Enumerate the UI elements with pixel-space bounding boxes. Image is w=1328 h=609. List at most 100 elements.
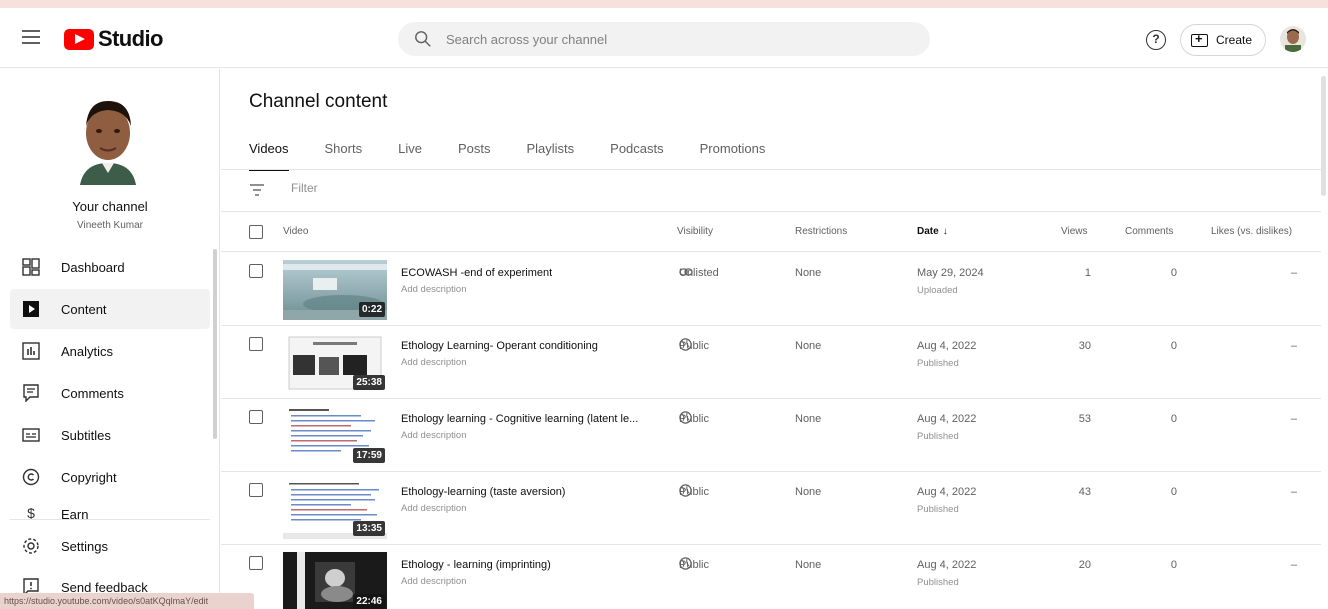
help-icon[interactable]: ?	[1146, 30, 1166, 50]
tab-videos[interactable]: Videos	[249, 135, 289, 171]
tab-live[interactable]: Live	[398, 135, 422, 169]
video-thumbnail[interactable]: 13:35	[283, 479, 387, 539]
video-duration: 25:38	[353, 375, 385, 390]
create-button[interactable]: Create	[1180, 24, 1266, 56]
sidebar-item-label: Comments	[61, 385, 124, 401]
video-description[interactable]: Add description	[401, 284, 466, 295]
restrictions-cell: None	[795, 486, 822, 498]
account-avatar[interactable]	[1280, 26, 1306, 52]
visibility-cell[interactable]: Public	[679, 484, 709, 498]
date-status: Uploaded	[917, 285, 958, 296]
sidebar-scrollbar[interactable]	[213, 249, 217, 439]
row-checkbox[interactable]	[249, 483, 263, 497]
video-description[interactable]: Add description	[401, 357, 466, 368]
channel-avatar[interactable]	[74, 93, 142, 185]
sidebar-item-label: Content	[61, 301, 107, 317]
table-row[interactable]: 0:22 ECOWASH -end of experiment Add desc…	[221, 253, 1321, 326]
comments-cell: 0	[1170, 267, 1177, 279]
earn-icon: $	[27, 505, 35, 519]
col-visibility[interactable]: Visibility	[677, 226, 713, 237]
sidebar-item-label: Copyright	[61, 469, 117, 485]
select-all-checkbox[interactable]	[249, 225, 263, 239]
row-checkbox[interactable]	[249, 556, 263, 570]
row-checkbox[interactable]	[249, 264, 263, 278]
filter-input[interactable]	[291, 181, 591, 195]
restrictions-cell: None	[795, 559, 822, 571]
main-content: Channel content Videos Shorts Live Posts…	[221, 69, 1328, 609]
visibility-cell[interactable]: Public	[679, 557, 709, 573]
table-row[interactable]: 17:59 Ethology learning - Cognitive lear…	[221, 399, 1321, 472]
globe-icon	[679, 557, 692, 573]
views-cell: 1	[1084, 267, 1091, 279]
row-checkbox[interactable]	[249, 410, 263, 424]
video-title[interactable]: Ethology Learning- Operant conditioning	[401, 340, 598, 352]
sidebar-item-earn[interactable]: $ Earn	[10, 499, 210, 519]
sidebar-item-subtitles[interactable]: Subtitles	[10, 415, 210, 455]
tab-promotions[interactable]: Promotions	[700, 135, 766, 169]
row-checkbox[interactable]	[249, 337, 263, 351]
video-description[interactable]: Add description	[401, 576, 466, 587]
sidebar-item-label: Settings	[61, 538, 108, 554]
table-row[interactable]: 25:38 Ethology Learning- Operant conditi…	[221, 326, 1321, 399]
date-cell: Aug 4, 2022	[917, 559, 977, 571]
create-label: Create	[1216, 33, 1253, 47]
settings-icon	[20, 535, 42, 557]
analytics-icon	[20, 340, 42, 362]
content-tabs: Videos Shorts Live Posts Playlists Podca…	[249, 135, 801, 171]
col-date-label: Date	[917, 226, 939, 237]
video-thumbnail[interactable]: 22:46	[283, 552, 387, 609]
studio-logo[interactable]: Studio	[64, 26, 163, 52]
col-restrictions[interactable]: Restrictions	[795, 226, 847, 237]
table-row[interactable]: 22:46 Ethology - learning (imprinting) A…	[221, 545, 1321, 609]
video-title[interactable]: Ethology-learning (taste aversion)	[401, 486, 565, 498]
tab-playlists[interactable]: Playlists	[526, 135, 574, 169]
sidebar-item-comments[interactable]: Comments	[10, 373, 210, 413]
date-cell: Aug 4, 2022	[917, 413, 977, 425]
menu-icon[interactable]	[22, 30, 40, 44]
subtitles-icon	[20, 424, 42, 446]
video-duration: 17:59	[353, 448, 385, 463]
comments-cell: 0	[1170, 559, 1177, 571]
sidebar-item-analytics[interactable]: Analytics	[10, 331, 210, 371]
likes-cell: –	[1290, 340, 1297, 352]
visibility-cell[interactable]: Public	[679, 338, 709, 352]
globe-icon	[679, 411, 692, 427]
col-date[interactable]: Date ↓	[917, 226, 948, 237]
video-thumbnail[interactable]: 17:59	[283, 406, 387, 466]
filter-icon[interactable]	[249, 183, 265, 197]
top-app-bar: Studio ? Create	[0, 8, 1328, 68]
comments-icon	[20, 382, 42, 404]
sidebar-item-content[interactable]: Content	[10, 289, 210, 329]
video-thumbnail[interactable]: 25:38	[283, 333, 387, 393]
col-views[interactable]: Views	[1061, 226, 1088, 237]
main-scrollbar[interactable]	[1321, 76, 1326, 196]
search-icon[interactable]	[414, 30, 432, 48]
restrictions-cell: None	[795, 267, 822, 279]
video-title[interactable]: Ethology learning - Cognitive learning (…	[401, 413, 638, 425]
visibility-cell[interactable]: Public	[679, 411, 709, 427]
video-thumbnail[interactable]: 0:22	[283, 260, 387, 320]
col-likes[interactable]: Likes (vs. dislikes)	[1211, 226, 1292, 237]
likes-cell: –	[1290, 559, 1297, 571]
table-row[interactable]: 13:35 Ethology-learning (taste aversion)…	[221, 472, 1321, 545]
comments-cell: 0	[1170, 486, 1177, 498]
views-cell: 20	[1078, 559, 1091, 571]
search-input[interactable]	[446, 31, 886, 47]
tab-podcasts[interactable]: Podcasts	[610, 135, 663, 169]
visibility-cell[interactable]: Unlisted	[679, 267, 719, 279]
video-description[interactable]: Add description	[401, 430, 466, 441]
video-title[interactable]: Ethology - learning (imprinting)	[401, 559, 551, 571]
views-cell: 43	[1078, 486, 1091, 498]
tab-shorts[interactable]: Shorts	[325, 135, 363, 169]
col-comments[interactable]: Comments	[1125, 226, 1173, 237]
tab-posts[interactable]: Posts	[458, 135, 491, 169]
views-cell: 30	[1078, 340, 1091, 352]
sidebar-item-dashboard[interactable]: Dashboard	[10, 247, 210, 287]
sidebar-item-settings[interactable]: Settings	[10, 526, 210, 566]
video-duration: 0:22	[358, 302, 385, 317]
sidebar-item-copyright[interactable]: Copyright	[10, 457, 210, 497]
sidebar-divider	[10, 519, 210, 520]
video-description[interactable]: Add description	[401, 503, 466, 514]
video-title[interactable]: ECOWASH -end of experiment	[401, 267, 552, 279]
search-bar[interactable]	[398, 22, 930, 56]
